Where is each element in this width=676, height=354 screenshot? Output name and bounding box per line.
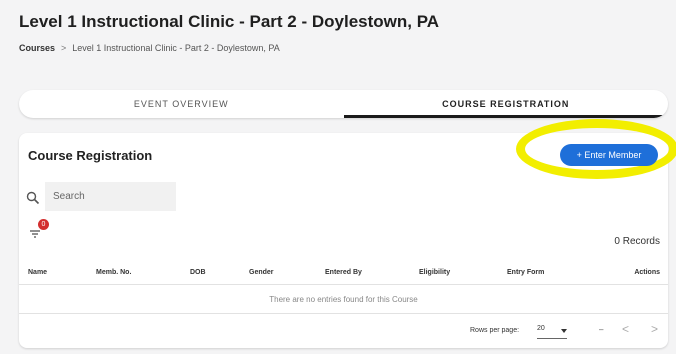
filter-count-badge: 0 <box>38 219 49 230</box>
column-header-eligibility[interactable]: Eligibility <box>419 269 450 276</box>
column-header-actions: Actions <box>634 269 660 276</box>
column-header-gender[interactable]: Gender <box>249 269 274 276</box>
pagination: Rows per page: 20 – < > <box>19 314 668 348</box>
empty-table-message: There are no entries found for this Cour… <box>19 286 668 314</box>
search-icon <box>26 191 40 205</box>
breadcrumb-current: Level 1 Instructional Clinic - Part 2 - … <box>72 43 280 53</box>
page-range: – <box>599 325 604 334</box>
records-count: 0 Records <box>614 236 660 247</box>
tab-bar: EVENT OVERVIEW COURSE REGISTRATION <box>19 90 668 118</box>
tab-course-registration[interactable]: COURSE REGISTRATION <box>343 90 669 118</box>
enter-member-button[interactable]: + Enter Member <box>560 144 658 166</box>
tab-event-overview[interactable]: EVENT OVERVIEW <box>19 90 344 118</box>
search-input[interactable] <box>45 182 176 211</box>
page-title: Level 1 Instructional Clinic - Part 2 - … <box>19 12 440 31</box>
table-header: Name Memb. No. DOB Gender Entered By Eli… <box>19 261 668 285</box>
breadcrumb-courses-link[interactable]: Courses <box>19 43 55 53</box>
column-header-memb-no[interactable]: Memb. No. <box>96 269 131 276</box>
card-title: Course Registration <box>28 148 153 163</box>
breadcrumb: Courses > Level 1 Instructional Clinic - P… <box>19 43 280 53</box>
chevron-right-icon[interactable]: > <box>651 322 658 336</box>
column-header-name[interactable]: Name <box>28 269 47 276</box>
chevron-down-icon <box>561 329 567 333</box>
rows-per-page-select[interactable]: 20 <box>537 325 567 339</box>
rows-per-page-value: 20 <box>537 325 545 332</box>
column-header-entry-form[interactable]: Entry Form <box>507 269 544 276</box>
chevron-left-icon[interactable]: < <box>622 322 629 336</box>
rows-per-page-label: Rows per page: <box>470 327 520 334</box>
column-header-entered-by[interactable]: Entered By <box>325 269 362 276</box>
breadcrumb-separator: > <box>61 43 67 53</box>
column-header-dob[interactable]: DOB <box>190 269 206 276</box>
course-registration-card: Course Registration + Enter Member 0 0 R… <box>19 119 676 348</box>
filter-icon[interactable] <box>29 229 41 239</box>
